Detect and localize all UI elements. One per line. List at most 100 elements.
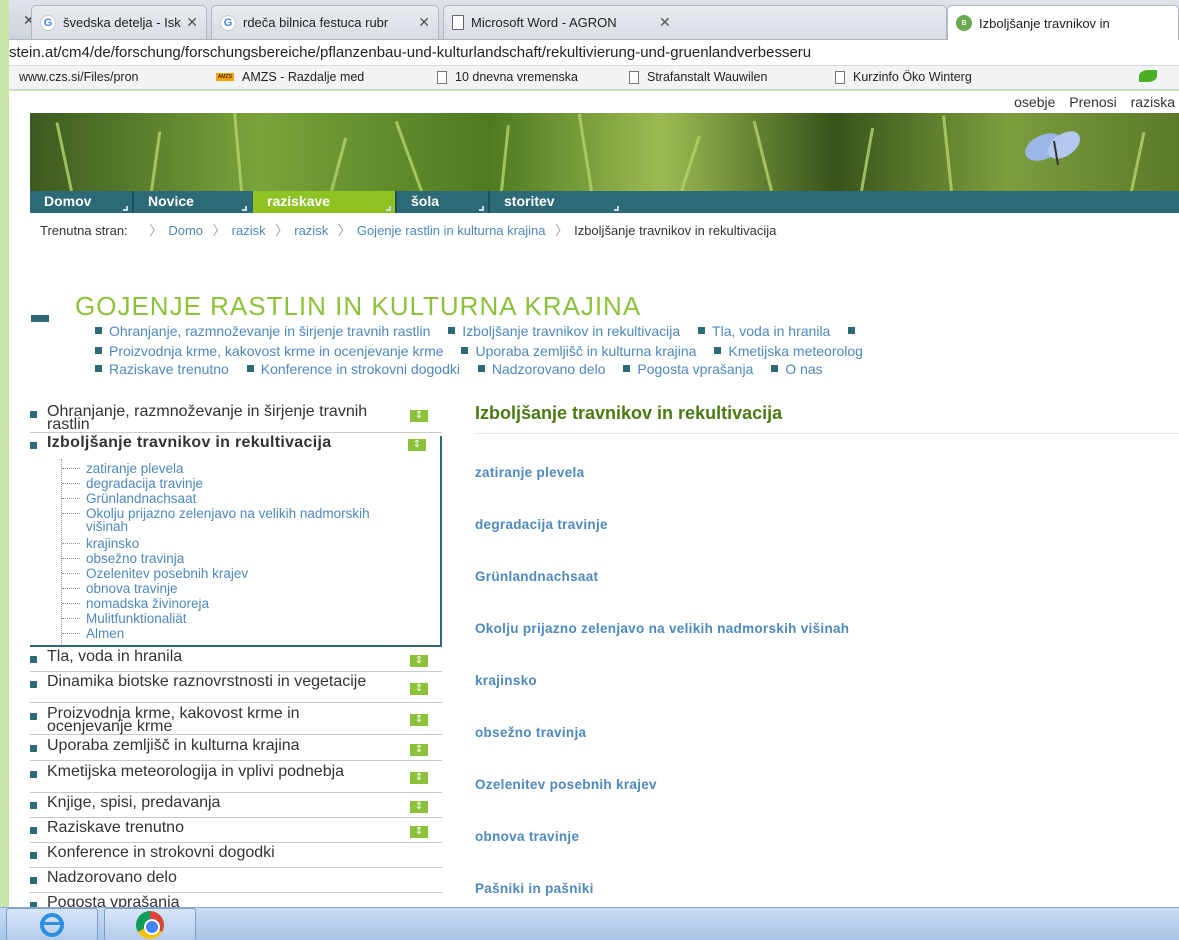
close-icon[interactable]: ✕ [659,14,671,31]
content-link-degradacija[interactable]: degradacija travinje [475,517,608,532]
page-icon [437,70,447,84]
sublink-konference[interactable]: Konference in strokovni dogodki [247,361,460,377]
tab-rdeca-bilnica[interactable]: G rdeča bilnica festuca rubr ✕ [211,5,439,39]
content-title: Izboljšanje travnikov in rekultivacija [475,403,783,423]
expand-icon[interactable]: ⇕ [410,744,428,756]
expand-icon[interactable]: ⇕ [410,801,428,813]
expand-icon[interactable]: ⇕ [408,439,426,451]
bookmark-kurzinfo[interactable]: Kurzinfo Öko Winterg [835,70,972,84]
subtree-item-label[interactable]: nomadska živinoreja [86,597,209,611]
sidebar-item-uporaba[interactable]: Uporaba zemljišč in kulturna krajina ⇕ [30,738,442,761]
bookmark-label: 10 dnevna vremenska [455,70,578,84]
url-text[interactable]: stein.at/cm4/de/forschung/forschungsbere… [9,44,811,61]
expand-icon[interactable]: ⇕ [410,826,428,838]
breadcrumb: Trenutna stran: 〉 Domo 〉 razisk 〉 razisk 〉 G… [40,223,777,238]
subtree-item-label[interactable]: zatiranje plevela [86,462,184,476]
close-icon[interactable]: ✕ [418,14,430,31]
sidebar-item-tla[interactable]: Tla, voda in hranila ⇕ [30,649,442,672]
sublink-pogosta[interactable]: Pogosta vprašanja [623,361,753,377]
sidebar-item-proizvodnja[interactable]: Proizvodnja krme, kakovost krme in ocenj… [30,705,442,735]
nav-domov[interactable]: Domov [30,191,132,213]
divider [475,433,1179,434]
content-link-grunlandnachsaat[interactable]: Grünlandnachsaat [475,569,598,584]
leaf-icon [1139,70,1157,82]
sublink-o-nas[interactable]: O nas [771,361,822,377]
sidebar-item-pogosta[interactable]: Pogosta vprašanja [30,895,442,907]
expand-icon[interactable]: ⇕ [410,683,428,695]
subtree-item-label[interactable]: degradacija travinje [86,477,203,491]
nav-novice[interactable]: Novice [134,191,251,213]
sidebar-item-konference[interactable]: Konference in strokovni dogodki [30,844,442,868]
tab-izboljsanje-active[interactable]: B Izboljšanje travnikov in [947,5,1179,40]
nav-storitev[interactable]: storitev [490,191,623,213]
subtree-item-label[interactable]: krajinsko [86,537,139,551]
bookmark-strafanstalt[interactable]: Strafanstalt Wauwilen [629,70,767,84]
taskbar [0,907,1179,940]
bookmarks-bar: www.czs.si/Files/pron AMZS AMZS - Razdal… [9,66,1179,90]
sidebar-item-dinamika[interactable]: Dinamika biotske raznovrstnosti in veget… [30,674,442,703]
nav-label: storitev [504,193,555,209]
bookmark-leaf[interactable] [1139,70,1165,82]
address-bar[interactable]: stein.at/cm4/de/forschung/forschungsbere… [9,40,1179,66]
content-link-pasniki[interactable]: Pašniki in pašniki [475,881,594,896]
subtree-item-label[interactable]: Mulitfunktionaliät [86,612,187,626]
bookmark-czs[interactable]: www.czs.si/Files/pron [19,70,138,84]
nav-sola[interactable]: šola [397,191,488,213]
subnav-row: Proizvodnja krme, kakovost krme in ocenj… [95,343,877,359]
subtree-item-label[interactable]: obsežno travinja [86,552,184,566]
bookmark-vremenska[interactable]: 10 dnevna vremenska [437,70,578,84]
sidebar-item-label: Konference in strokovni dogodki [47,844,275,861]
content-link-okolju[interactable]: Okolju prijazno zelenjavo na velikih nad… [475,621,849,636]
subtree-item-label[interactable]: obnova travinje [86,582,178,596]
tab-microsoft-word[interactable]: Microsoft Word - AGRON ✕ [443,5,947,39]
sidebar-item-raziskave[interactable]: Raziskave trenutno ⇕ [30,819,442,843]
main-nav: Domov Novice raziskave šola storitev [30,191,1179,213]
breadcrumb-link-raziskave[interactable]: razisk [232,223,266,238]
sidebar-item-knjige[interactable]: Knjige, spisi, predavanja ⇕ [30,795,442,818]
expand-icon[interactable]: ⇕ [410,714,428,726]
breadcrumb-link-domov[interactable]: Domo [168,223,203,238]
sublink-uporaba[interactable]: Uporaba zemljišč in kulturna krajina [461,343,696,359]
content-link-obnova[interactable]: obnova travinje [475,829,579,844]
sublink-nadzorovano[interactable]: Nadzorovano delo [478,361,606,377]
nav-label: Novice [148,193,194,209]
sublink-tla[interactable]: Tla, voda in hranila [698,323,830,339]
sidebar-item-kmetijska[interactable]: Kmetijska meteorologija in vplivi podneb… [30,764,442,793]
taskbar-internet-explorer[interactable] [6,908,98,940]
subtree-item-label[interactable]: Ozelenitev posebnih krajev [86,567,248,581]
topnav-osebje[interactable]: osebje [1014,94,1055,110]
sublink-izboljsanje[interactable]: Izboljšanje travnikov in rekultivacija [448,323,680,339]
subtree-item-label[interactable]: Okolju prijazno zelenjavo na velikih nad… [86,507,376,534]
tab-svedska-detelja[interactable]: G švedska detelja - Iskanje ✕ [31,5,207,39]
top-nav: osebje Prenosi raziska [1004,94,1175,110]
subtree-item-label[interactable]: Almen [86,627,124,641]
nav-raziskave[interactable]: raziskave [253,191,395,213]
expand-icon[interactable]: ⇕ [410,655,428,667]
sidebar-item-label: Raziskave trenutno [47,819,184,836]
subnav-row: Ohranjanje, razmnoževanje in širjenje tr… [95,323,876,339]
sublink-more[interactable] [848,323,862,339]
sublink-proizvodnja[interactable]: Proizvodnja krme, kakovost krme in ocenj… [95,343,444,359]
expand-icon[interactable]: ⇕ [410,772,428,784]
expand-icon[interactable]: ⇕ [410,410,428,422]
content-link-zatiranje[interactable]: zatiranje plevela [475,465,584,480]
content-link-krajinsko[interactable]: krajinsko [475,673,537,688]
internet-explorer-icon [40,912,64,937]
close-icon[interactable]: ✕ [186,14,198,31]
sidebar-item-ohranjanje[interactable]: Ohranjanje, razmnoževanje in širjenje tr… [30,404,442,433]
sublink-kmetijska[interactable]: Kmetijska meteorolog [714,343,863,359]
topnav-raziska[interactable]: raziska [1131,94,1175,110]
content-link-obsezno[interactable]: obsežno travinja [475,725,586,740]
sublink-raziskave[interactable]: Raziskave trenutno [95,361,229,377]
sidebar-item-label: Proizvodnja krme, kakovost krme in ocenj… [47,705,300,735]
page-icon [629,70,639,84]
sidebar-item-nadzorovano[interactable]: Nadzorovano delo [30,870,442,893]
taskbar-chrome[interactable] [104,908,196,940]
bookmark-amzs[interactable]: AMZS AMZS - Razdalje med [216,70,364,84]
subtree-item-label[interactable]: Grünlandnachsaat [86,492,196,506]
content-link-ozelenitev[interactable]: Ozelenitev posebnih krajev [475,777,657,792]
sublink-ohranjanje[interactable]: Ohranjanje, razmnoževanje in širjenje tr… [95,323,430,339]
breadcrumb-link-gojenje[interactable]: Gojenje rastlin in kulturna krajina [357,223,546,238]
breadcrumb-link-raziskave-2[interactable]: razisk [294,223,328,238]
topnav-prenosi[interactable]: Prenosi [1069,94,1116,110]
